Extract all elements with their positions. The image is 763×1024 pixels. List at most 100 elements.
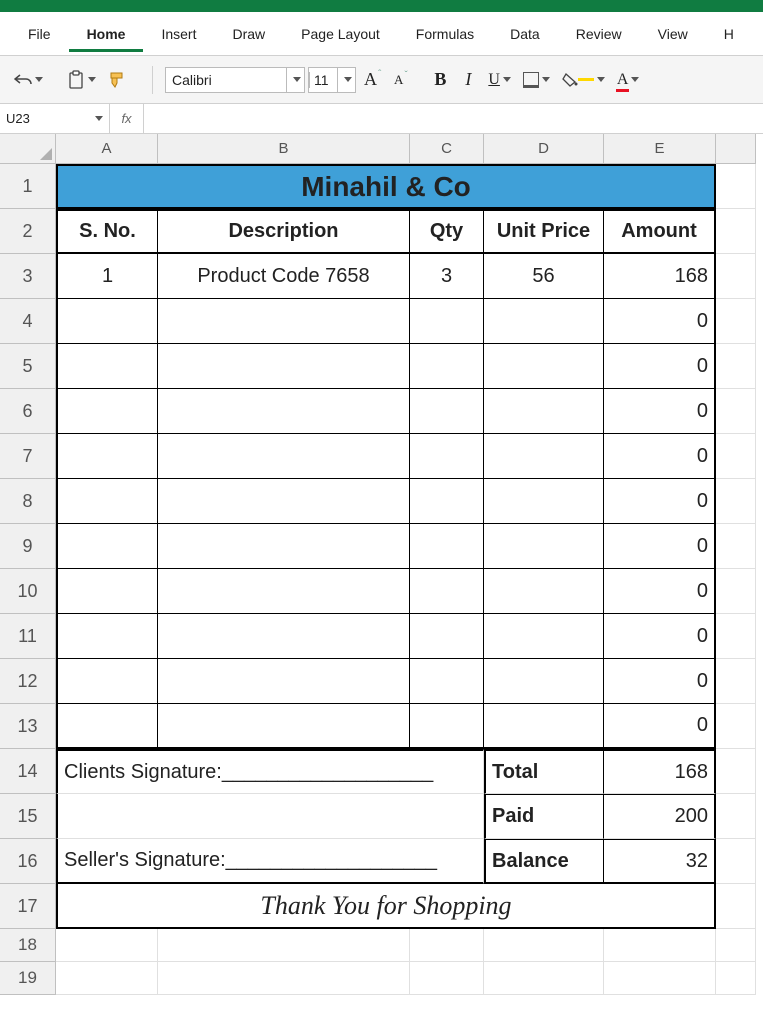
cell[interactable] <box>56 794 484 839</box>
cell[interactable] <box>56 929 158 962</box>
row-header[interactable]: 13 <box>0 704 56 749</box>
cell[interactable] <box>716 389 756 434</box>
cell-amount[interactable]: 0 <box>604 614 716 659</box>
cell[interactable] <box>716 164 756 209</box>
cell-qty[interactable] <box>410 614 484 659</box>
cell[interactable] <box>716 614 756 659</box>
cell-qty[interactable] <box>410 569 484 614</box>
column-header[interactable] <box>716 134 756 164</box>
row-header[interactable]: 10 <box>0 569 56 614</box>
borders-button[interactable] <box>519 66 554 94</box>
total-label[interactable]: Total <box>484 749 604 794</box>
cell-amount[interactable]: 0 <box>604 299 716 344</box>
col-header-sno[interactable]: S. No. <box>56 209 158 254</box>
cell-sno[interactable] <box>56 569 158 614</box>
col-header-qty[interactable]: Qty <box>410 209 484 254</box>
cell-desc[interactable] <box>158 434 410 479</box>
cell[interactable] <box>716 434 756 479</box>
cell-qty[interactable] <box>410 659 484 704</box>
fx-icon[interactable]: fx <box>110 104 144 133</box>
cell[interactable] <box>716 254 756 299</box>
col-header-amount[interactable]: Amount <box>604 209 716 254</box>
font-size-select[interactable]: 11 <box>308 67 356 93</box>
cell-amount[interactable]: 0 <box>604 389 716 434</box>
cell-desc[interactable] <box>158 299 410 344</box>
increase-font-button[interactable]: A <box>360 66 384 94</box>
cell[interactable] <box>716 344 756 389</box>
cell-amount[interactable]: 0 <box>604 344 716 389</box>
cell[interactable] <box>716 929 756 962</box>
balance-value[interactable]: 32 <box>604 839 716 884</box>
row-header[interactable]: 9 <box>0 524 56 569</box>
fill-color-button[interactable] <box>558 66 609 94</box>
cell-desc[interactable] <box>158 389 410 434</box>
row-header[interactable]: 17 <box>0 884 56 929</box>
cell-sno[interactable] <box>56 434 158 479</box>
underline-button[interactable]: U <box>484 66 515 94</box>
cell-desc[interactable] <box>158 569 410 614</box>
cell-qty[interactable] <box>410 524 484 569</box>
cell[interactable] <box>716 659 756 704</box>
font-name-select[interactable]: Calibri <box>165 67 305 93</box>
cell-sno[interactable] <box>56 299 158 344</box>
total-value[interactable]: 168 <box>604 749 716 794</box>
cell-desc[interactable] <box>158 659 410 704</box>
sellers-signature[interactable]: Seller's Signature:___________________ <box>56 839 484 884</box>
cell[interactable] <box>410 929 484 962</box>
row-header[interactable]: 5 <box>0 344 56 389</box>
font-color-button[interactable]: A <box>613 66 644 94</box>
cell[interactable] <box>716 299 756 344</box>
cell[interactable] <box>716 479 756 524</box>
cell[interactable] <box>716 209 756 254</box>
cell-unit[interactable] <box>484 659 604 704</box>
cell-unit[interactable] <box>484 524 604 569</box>
row-header[interactable]: 8 <box>0 479 56 524</box>
cell-unit[interactable] <box>484 434 604 479</box>
cell-sno[interactable] <box>56 344 158 389</box>
cell[interactable] <box>716 794 756 839</box>
row-header[interactable]: 15 <box>0 794 56 839</box>
cell-amount[interactable]: 0 <box>604 569 716 614</box>
thank-you-message[interactable]: Thank You for Shopping <box>56 884 716 929</box>
cell[interactable] <box>716 749 756 794</box>
cell-unit[interactable] <box>484 344 604 389</box>
cell-sno[interactable] <box>56 704 158 749</box>
column-header[interactable]: C <box>410 134 484 164</box>
cell-desc[interactable] <box>158 524 410 569</box>
cell-amount[interactable]: 0 <box>604 434 716 479</box>
undo-button[interactable] <box>10 66 47 94</box>
row-header[interactable]: 2 <box>0 209 56 254</box>
formula-input[interactable] <box>144 104 763 133</box>
cell-amount[interactable]: 0 <box>604 524 716 569</box>
column-header[interactable]: B <box>158 134 410 164</box>
cell-qty[interactable] <box>410 479 484 524</box>
column-header[interactable]: D <box>484 134 604 164</box>
row-header[interactable]: 11 <box>0 614 56 659</box>
tab-formulas[interactable]: Formulas <box>398 16 492 52</box>
column-header[interactable]: E <box>604 134 716 164</box>
cell[interactable] <box>484 929 604 962</box>
cell[interactable] <box>484 962 604 995</box>
tab-home[interactable]: Home <box>69 16 144 52</box>
paid-value[interactable]: 200 <box>604 794 716 839</box>
cell-unit[interactable] <box>484 569 604 614</box>
cell-desc[interactable] <box>158 479 410 524</box>
row-header[interactable]: 1 <box>0 164 56 209</box>
cell-desc[interactable] <box>158 614 410 659</box>
row-header[interactable]: 18 <box>0 929 56 962</box>
cell-unit[interactable] <box>484 614 604 659</box>
paid-label[interactable]: Paid <box>484 794 604 839</box>
row-header[interactable]: 7 <box>0 434 56 479</box>
row-header[interactable]: 16 <box>0 839 56 884</box>
tab-extra[interactable]: H <box>706 16 752 52</box>
sheet-cells[interactable]: Minahil & Co S. No. Description Qty Unit… <box>56 164 763 995</box>
cell[interactable] <box>56 962 158 995</box>
cell-unit[interactable] <box>484 704 604 749</box>
paste-button[interactable] <box>63 66 100 94</box>
cell-qty[interactable] <box>410 434 484 479</box>
cell-qty[interactable] <box>410 344 484 389</box>
invoice-title[interactable]: Minahil & Co <box>56 164 716 209</box>
cell[interactable] <box>158 962 410 995</box>
format-painter-button[interactable] <box>104 66 132 94</box>
cell-sno[interactable] <box>56 614 158 659</box>
